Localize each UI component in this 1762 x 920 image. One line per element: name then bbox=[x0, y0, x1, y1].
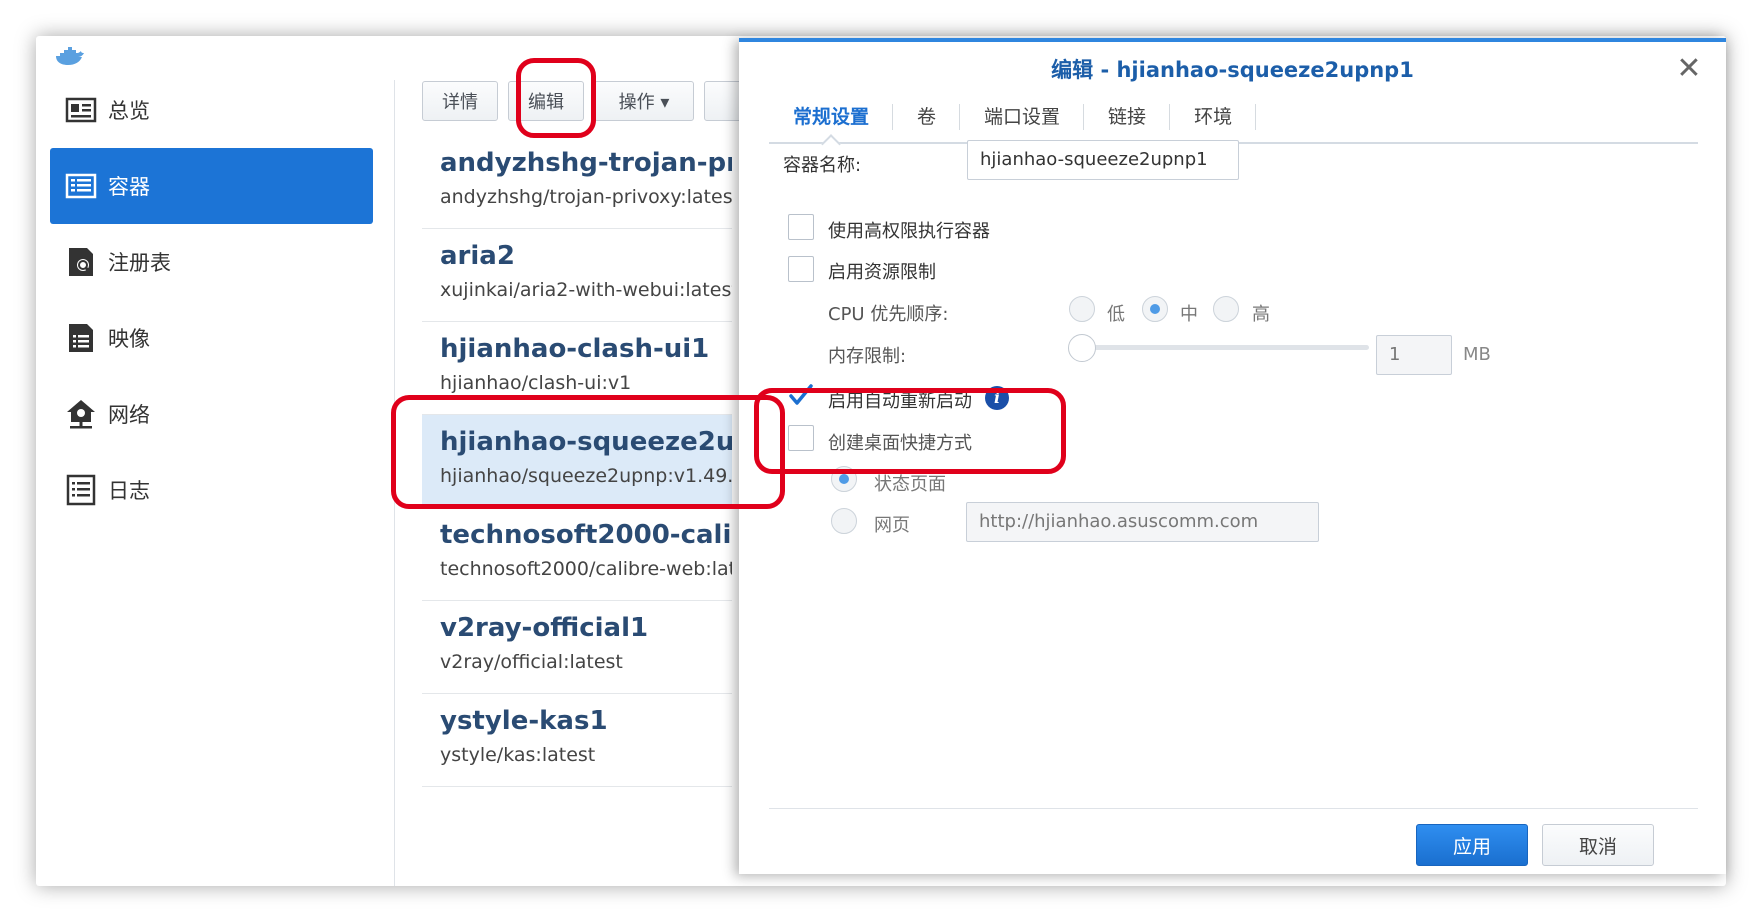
container-name: andyzhshg-trojan-privoxy1 bbox=[440, 148, 732, 178]
sidebar: 总览 容器 注册表 映像 网络 日志 bbox=[50, 72, 373, 528]
sidebar-item-label: 映像 bbox=[108, 327, 150, 351]
sidebar-item-label: 总览 bbox=[108, 99, 150, 123]
network-icon bbox=[67, 400, 95, 429]
container-name: aria2 bbox=[440, 241, 515, 271]
container-image: ystyle/kas:latest bbox=[440, 744, 596, 766]
selected-container-highlight bbox=[391, 395, 785, 509]
webpage-url-input[interactable]: http://hjianhao.asuscomm.com bbox=[966, 502, 1319, 542]
resource-limit-label: 启用资源限制 bbox=[828, 262, 936, 283]
memory-unit: MB bbox=[1463, 344, 1491, 365]
dialog-title: 编辑 - hjianhao-squeeze2upnp1 bbox=[1051, 58, 1414, 82]
footer-divider bbox=[769, 808, 1698, 809]
log-icon bbox=[66, 474, 96, 506]
list-item[interactable]: andyzhshg-trojan-privoxy1 andyzhshg/troj… bbox=[422, 136, 732, 229]
docker-logo-icon bbox=[54, 47, 84, 65]
tab-label: 链接 bbox=[1108, 106, 1147, 128]
container-image: andyzhshg/trojan-privoxy:latest bbox=[440, 186, 732, 208]
memory-slider-track bbox=[1079, 345, 1369, 350]
list-item[interactable]: v2ray-official1 v2ray/official:latest bbox=[422, 601, 732, 694]
more-button[interactable] bbox=[704, 81, 744, 121]
tab-environment[interactable]: 环境 bbox=[1170, 92, 1257, 142]
tab-port-settings[interactable]: 端口设置 bbox=[960, 92, 1085, 142]
cancel-button[interactable]: 取消 bbox=[1542, 824, 1654, 866]
container-name: hjianhao-clash-ui1 bbox=[440, 334, 710, 364]
container-image: hjianhao/clash-ui:v1 bbox=[440, 372, 632, 394]
registry-icon bbox=[69, 248, 93, 276]
cpu-priority-label: CPU 优先顺序: bbox=[828, 304, 949, 325]
cpu-medium-label: 中 bbox=[1180, 304, 1198, 325]
dialog-tabs: 常规设置 卷 端口设置 链接 环境 bbox=[769, 92, 1698, 154]
radio-dot bbox=[839, 474, 849, 484]
container-name-label: 容器名称: bbox=[783, 155, 862, 176]
sidebar-item-label: 网络 bbox=[108, 403, 150, 427]
tab-links[interactable]: 链接 bbox=[1084, 92, 1171, 142]
tab-volume[interactable]: 卷 bbox=[893, 92, 961, 142]
tab-label: 环境 bbox=[1194, 106, 1233, 128]
memory-value-input[interactable]: 1 bbox=[1376, 335, 1452, 375]
tab-general[interactable]: 常规设置 bbox=[769, 92, 894, 154]
sidebar-item-label: 注册表 bbox=[108, 251, 171, 275]
image-icon bbox=[69, 324, 93, 352]
sidebar-item-label: 容器 bbox=[108, 175, 150, 199]
memory-slider-handle[interactable] bbox=[1068, 334, 1096, 362]
sidebar-item-log[interactable]: 日志 bbox=[50, 452, 373, 528]
container-image: v2ray/official:latest bbox=[440, 651, 623, 673]
privileged-label: 使用高权限执行容器 bbox=[828, 221, 990, 242]
container-image: technosoft2000/calibre-web:latest bbox=[440, 558, 732, 580]
container-name-input[interactable]: hjianhao-squeeze2upnp1 bbox=[967, 140, 1239, 180]
list-item[interactable]: ystyle-kas1 ystyle/kas:latest bbox=[422, 694, 732, 787]
tab-label: 端口设置 bbox=[984, 106, 1061, 128]
container-image: xujinkai/aria2-with-webui:latest bbox=[440, 279, 732, 301]
webpage-label: 网页 bbox=[874, 515, 910, 536]
cpu-high-radio[interactable] bbox=[1213, 296, 1239, 322]
sidebar-item-label: 日志 bbox=[108, 479, 150, 503]
container-icon bbox=[65, 173, 97, 199]
webpage-radio[interactable] bbox=[831, 508, 857, 534]
privileged-checkbox[interactable] bbox=[788, 214, 814, 240]
sidebar-item-network[interactable]: 网络 bbox=[50, 376, 373, 452]
tab-label: 卷 bbox=[917, 106, 937, 128]
sidebar-item-overview[interactable]: 总览 bbox=[50, 72, 373, 148]
apply-button[interactable]: 应用 bbox=[1416, 824, 1528, 866]
cpu-medium-radio[interactable] bbox=[1142, 296, 1168, 322]
overview-icon bbox=[65, 97, 97, 123]
cpu-low-label: 低 bbox=[1107, 304, 1125, 325]
list-item[interactable]: aria2 xujinkai/aria2-with-webui:latest bbox=[422, 229, 732, 322]
sidebar-item-image[interactable]: 映像 bbox=[50, 300, 373, 376]
radio-dot bbox=[1150, 304, 1160, 314]
resource-limit-checkbox[interactable] bbox=[788, 256, 814, 282]
details-button[interactable]: 详情 bbox=[422, 81, 498, 121]
container-name: technosoft2000-calibre-web1 bbox=[440, 520, 732, 550]
container-name: v2ray-official1 bbox=[440, 613, 649, 643]
edit-button-highlight bbox=[516, 58, 596, 138]
cpu-high-label: 高 bbox=[1252, 304, 1270, 325]
action-dropdown-button[interactable]: 操作 ▾ bbox=[594, 81, 694, 121]
cpu-low-radio[interactable] bbox=[1069, 296, 1095, 322]
sidebar-item-registry[interactable]: 注册表 bbox=[50, 224, 373, 300]
sidebar-item-container[interactable]: 容器 bbox=[50, 148, 373, 224]
list-item[interactable]: technosoft2000-calibre-web1 technosoft20… bbox=[422, 508, 732, 601]
auto-restart-highlight bbox=[754, 388, 1066, 474]
tab-label: 常规设置 bbox=[793, 106, 870, 128]
memory-limit-label: 内存限制: bbox=[828, 346, 907, 367]
container-name: ystyle-kas1 bbox=[440, 706, 608, 736]
close-icon[interactable]: ✕ bbox=[1674, 54, 1704, 84]
